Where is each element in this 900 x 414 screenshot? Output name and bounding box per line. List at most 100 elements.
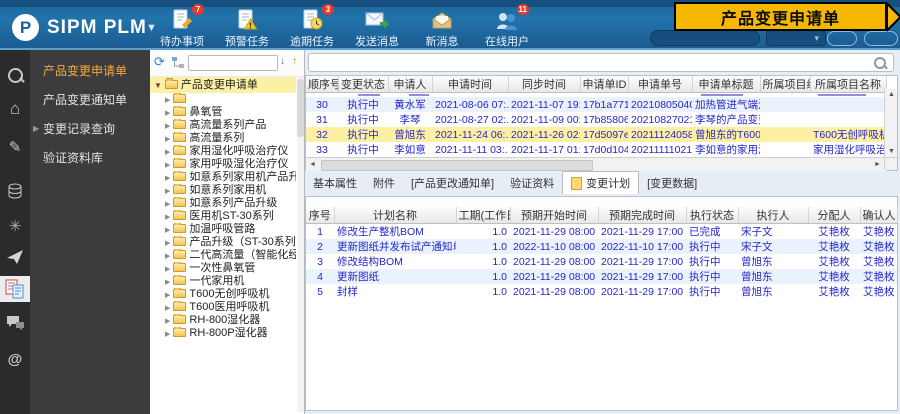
column-header[interactable]: 所属项目名称 [810,76,887,93]
tab-基本属性[interactable]: 基本属性 [305,172,365,194]
tree-item[interactable]: ▶ [150,93,296,106]
expander-closed-icon[interactable]: ▶ [165,123,170,130]
tab-验证资料[interactable]: 验证资料 [502,172,562,194]
vertical-scrollbar[interactable]: ▲ ▼ [884,89,897,157]
plan-row[interactable]: 3 修改结构BOM 1.0 2021-11-29 08:00 2021-11-29 17… [306,254,897,269]
tree-item[interactable]: ▶ 一次性鼻氧管 [150,262,296,275]
expander-closed-icon[interactable]: ▶ [165,162,170,169]
expander-closed-icon[interactable]: ▶ [165,292,170,299]
column-header[interactable]: 预期完成时间 [598,207,687,224]
tree-item[interactable]: ▶ T600医用呼吸机 [150,301,296,314]
tab-产品更改通知单[interactable]: [产品更改通知单] [403,172,502,194]
tree-scrollbar[interactable] [297,77,304,412]
column-header[interactable]: 执行状态 [686,207,739,224]
column-header[interactable]: 变更状态 [338,76,389,93]
sidebar-item-2[interactable]: ▶ 变更记录查询 [30,120,150,138]
tree-item[interactable]: ▶ 高流量系列 [150,132,296,145]
rail-home[interactable]: ⌂ [0,96,30,122]
rail-edit[interactable]: ✎ [0,134,30,160]
expander-closed-icon[interactable]: ▶ [165,136,170,143]
sidebar-item-0[interactable]: 产品变更申请单 [30,62,150,80]
tree-item[interactable]: ▶ 鼻氧管 [150,106,296,119]
expander-closed-icon[interactable]: ▶ [165,97,170,104]
expander-open-icon[interactable]: ▼ [154,81,162,90]
column-header[interactable]: 分配人 [808,207,861,224]
column-header[interactable]: 同步时间 [508,76,581,93]
column-header[interactable]: 申请单标题 [692,76,761,93]
scroll-left-icon[interactable]: ◄ [306,159,319,170]
tab-附件[interactable]: 附件 [365,172,403,194]
plan-row[interactable]: 4 更新图纸 1.0 2021-11-29 08:00 2021-11-29 17:00… [306,269,897,284]
request-row[interactable]: 32 执行中 曾旭东 2021-11-24 06:.. 2021-11-26 02:..… [306,127,886,142]
expander-closed-icon[interactable]: ▶ [165,266,170,273]
grid-search-input[interactable] [308,53,894,72]
tree-item[interactable]: ▶ 家用呼吸湿化治疗仪 [150,158,296,171]
scroll-down-icon[interactable]: ▼ [885,146,898,157]
expander-closed-icon[interactable]: ▶ [165,240,170,247]
tree-item[interactable]: ▶ 产品升级（ST-30系列，一代高流 [150,236,296,249]
nav-new-mail[interactable]: 新消息 [410,6,474,49]
topbar-search-scope-select[interactable]: ▾ [766,30,826,46]
rail-database[interactable] [0,178,30,204]
tree-item[interactable]: ▶ 如意系列产品升级 [150,197,296,210]
rail-chat[interactable] [0,310,30,336]
expander-closed-icon[interactable]: ▶ [165,318,170,325]
tree-item[interactable]: ▶ 二代高流量（智能化经鼻高流量湿 [150,249,296,262]
search-icon[interactable] [874,57,886,69]
nav-todo-doc[interactable]: 待办事项 7 [150,4,214,49]
tree-item[interactable]: ▶ 医用机ST-30系列 [150,210,296,223]
expander-closed-icon[interactable]: ▶ [165,110,170,117]
expander-closed-icon[interactable]: ▶ [165,149,170,156]
column-header[interactable]: 执行人 [738,207,809,224]
column-header[interactable]: 序号 [306,207,335,224]
expander-closed-icon[interactable]: ▶ [165,279,170,286]
request-row[interactable]: 33 执行中 李如意 2021-11-11 03:.. 2021-11-17 01:..… [306,142,886,157]
hierarchy-icon[interactable] [171,56,185,69]
expander-closed-icon[interactable]: ▶ [165,227,170,234]
tree-item[interactable]: ▶ 如意系列家用机产品升级优化 [150,171,296,184]
rail-send-plane[interactable] [0,244,30,270]
find-next-icon[interactable]: ↓ [280,56,285,67]
request-row[interactable]: 30 执行中 黄水军 2021-08-06 07:.. 2021-11-07 19:..… [306,97,886,112]
column-header[interactable]: 所属项目编号 [760,76,811,93]
rail-search-logo[interactable] [0,62,30,88]
expander-closed-icon[interactable]: ▶ [165,331,170,338]
tree-item[interactable]: ▶ 加温呼吸管路 [150,223,296,236]
scroll-up-icon[interactable]: ▲ [885,89,898,100]
request-row[interactable]: 31 执行中 李琴 2021-08-27 02:.. 2021-11-09 00:.. 1… [306,112,886,127]
nav-send-mail[interactable]: 发送消息 [345,6,409,49]
expander-closed-icon[interactable]: ▶ [165,201,170,208]
topbar-search-input[interactable] [650,30,760,46]
rail-mention[interactable]: @ [0,346,30,372]
tree-root[interactable]: ▼ 产品变更申请单 [150,77,296,93]
nav-overdue-doc[interactable]: 逾期任务 3 [280,4,344,49]
topbar-advanced-button[interactable] [864,31,898,46]
nav-warning-doc[interactable]: 预警任务 [215,6,279,49]
horizontal-scrollbar-thumb[interactable] [321,160,593,171]
column-header[interactable]: 确认人 [860,207,898,224]
column-header[interactable]: 申请时间 [432,76,509,93]
column-header[interactable]: 申请单ID [580,76,629,93]
column-header[interactable]: 顺序号 [306,76,339,93]
nav-online-users[interactable]: 在线用户 11 [475,4,539,49]
horizontal-scrollbar[interactable]: ◄ ► [306,157,884,171]
tab-变更数据[interactable]: [变更数据] [639,172,705,194]
column-header[interactable]: 计划名称 [334,207,457,224]
plan-row[interactable]: 5 封样 1.0 2021-11-29 08:00 2021-11-29 17:00 执行… [306,284,897,299]
column-header[interactable]: 申请单号 [628,76,693,93]
column-header[interactable]: 申请人 [388,76,433,93]
find-prev-icon[interactable]: ↑ [292,56,297,67]
tree-item[interactable]: ▶ 高流量系列产品 [150,119,296,132]
sidebar-item-1[interactable]: 产品变更通知单 [30,91,150,109]
expander-closed-icon[interactable]: ▶ [165,188,170,195]
expander-closed-icon[interactable]: ▶ [165,175,170,182]
tree-scrollbar-thumb[interactable] [297,79,304,137]
tree-item[interactable]: ▶ 一代家用机 [150,275,296,288]
tree-search-input[interactable] [188,55,278,71]
column-header[interactable]: 预期开始时间 [510,207,599,224]
rail-documents[interactable] [0,276,30,302]
plan-row[interactable]: 2 更新图纸并发布试产通知单 1.0 2022-11-10 08:00 2022-11-… [306,239,897,254]
column-header[interactable]: 工期(工作日) [456,207,511,224]
expander-closed-icon[interactable]: ▶ [165,305,170,312]
refresh-icon[interactable]: ⟳ [154,54,165,70]
